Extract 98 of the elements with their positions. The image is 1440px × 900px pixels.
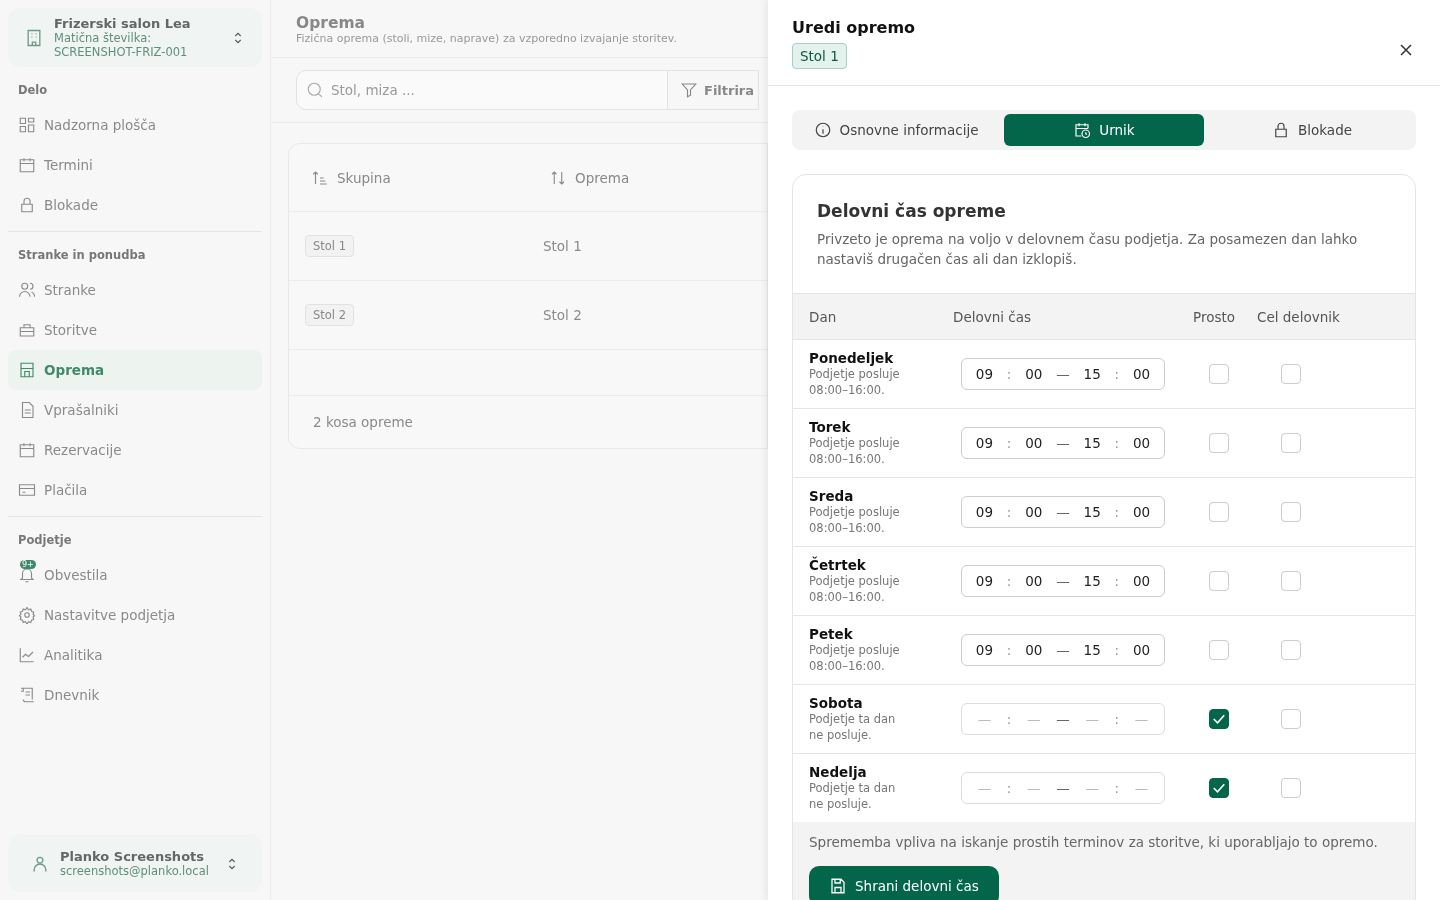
item-count: 2 kosa opreme [313, 414, 413, 430]
save-button[interactable]: Shrani delovni čas [809, 866, 999, 900]
free-checkbox[interactable] [1209, 709, 1229, 729]
table-cell: Stol 1 [543, 238, 582, 254]
full-day-checkbox[interactable] [1281, 433, 1301, 453]
full-day-checkbox[interactable] [1281, 364, 1301, 384]
group-tag: Stol 2 [305, 304, 354, 326]
column-header: Dan [809, 308, 838, 325]
info-icon [813, 121, 832, 139]
column-header: Prosto [1193, 308, 1236, 325]
nav-icon [18, 686, 36, 704]
day-name: Četrtek [809, 557, 867, 573]
nav-icon [18, 116, 36, 134]
sidebar-item[interactable]: Oprema [8, 350, 262, 390]
group-tag: Stol 1 [305, 235, 354, 257]
nav-icon [18, 321, 36, 339]
nav-icon [18, 156, 36, 174]
tab[interactable]: Urnik [1004, 114, 1204, 146]
page-title: Oprema [296, 14, 367, 32]
section-title: Podjetje [17, 532, 73, 549]
filter-button[interactable]: Filtrira [668, 70, 760, 110]
company-id-label: Matična številka: [54, 31, 153, 45]
sidebar-item[interactable]: Analitika [8, 635, 262, 675]
day-note: Podjetje posluje 08:00–16:00. [809, 504, 901, 536]
day-name: Petek [809, 626, 854, 642]
sidebar-item[interactable]: Stranke [8, 270, 262, 310]
footer-note: Sprememba vpliva na iskanje prostih terminov za storitve, ki uporabljajo to opremo. [809, 834, 1379, 850]
nav-icon [18, 281, 36, 299]
column-header: Cel delovnik [1257, 308, 1341, 325]
day-note: Podjetje posluje 08:00–16:00. [809, 573, 901, 605]
sidebar-item[interactable]: Blokade [8, 185, 262, 225]
calendar-clock-icon [1073, 121, 1092, 139]
day-note: Podjetje posluje 08:00–16:00. [809, 366, 901, 398]
day-name: Torek [809, 419, 852, 435]
day-name: Sreda [809, 488, 855, 504]
day-note: Podjetje ta dan ne posluje. [809, 780, 897, 812]
nav-icon [18, 566, 36, 584]
drawer-title: Uredi opremo [792, 18, 916, 37]
day-name: Ponedeljek [809, 350, 895, 366]
sidebar-item[interactable]: Storitve [8, 310, 262, 350]
full-day-checkbox[interactable] [1281, 571, 1301, 591]
section-title: Delo [17, 82, 49, 99]
page-subtitle: Fizična oprema (stoli, mize, naprave) za vzporedno izvajanje storitev. [296, 32, 678, 45]
time-range-field[interactable]: 09 : 00 — 15 : 00 [961, 427, 1165, 459]
time-range-field[interactable]: 09 : 00 — 15 : 00 [961, 565, 1165, 597]
full-day-checkbox[interactable] [1281, 709, 1301, 729]
day-note: Podjetje ta dan ne posluje. [809, 711, 897, 743]
time-range-field[interactable]: 09 : 00 — 15 : 00 [961, 634, 1165, 666]
search-icon [306, 81, 324, 99]
search-field[interactable]: Stol, miza ... [296, 70, 668, 110]
filter-icon [680, 81, 698, 99]
section-title: Stranke in ponudba [17, 247, 147, 264]
day-note: Podjetje posluje 08:00–16:00. [809, 435, 901, 467]
column-header: Delovni čas [953, 308, 1033, 325]
lock-icon [1272, 121, 1290, 139]
day-name: Sobota [809, 695, 864, 711]
sort-icon [549, 168, 567, 187]
column-header[interactable]: Oprema [527, 144, 767, 211]
equipment-tag: Stol 1 [792, 43, 847, 69]
nav-icon [18, 606, 36, 624]
notification-badge: 9+ [20, 560, 36, 569]
user-switcher[interactable]: Planko Screenshots screenshots@planko.local [8, 835, 262, 892]
user-email: screenshots@planko.local [60, 864, 210, 878]
nav-icon [18, 196, 36, 214]
full-day-checkbox[interactable] [1281, 502, 1301, 522]
company-name: Frizerski salon Lea [54, 16, 192, 31]
card-description: Privzeto je oprema na voljo v delovnem času podjetja. Za posamezen dan lahko nastaviš drugačen čas ali dan izklopiš. [817, 230, 1359, 269]
full-day-checkbox[interactable] [1281, 778, 1301, 798]
company-switcher[interactable]: Frizerski salon Lea Matična številka: SCREENSHOT-FRIZ-001 [8, 8, 262, 67]
time-range-field[interactable]: 09 : 00 — 15 : 00 [961, 358, 1165, 390]
sidebar-item[interactable]: Nadzorna plošča [8, 105, 262, 145]
user-name: Planko Screenshots [60, 849, 205, 864]
free-checkbox[interactable] [1209, 778, 1229, 798]
time-range-field[interactable]: 09 : 00 — 15 : 00 [961, 496, 1165, 528]
sidebar-item[interactable]: 9+ Obvestila [8, 555, 262, 595]
company-id: SCREENSHOT-FRIZ-001 [54, 45, 189, 59]
time-range-field[interactable]: — : — — — : — [961, 703, 1165, 735]
day-note: Podjetje posluje 08:00–16:00. [809, 642, 901, 674]
nav-icon [18, 361, 36, 379]
sidebar-item[interactable]: Nastavitve podjetja [8, 595, 262, 635]
sidebar-item[interactable]: Vprašalniki [8, 390, 262, 430]
nav-icon [18, 481, 36, 499]
day-name: Nedelja [809, 764, 868, 780]
sort-ascending-icon [311, 168, 329, 187]
sidebar-item[interactable]: Plačila [8, 470, 262, 510]
tab[interactable]: Blokade [1212, 114, 1412, 146]
column-header[interactable]: Skupina [289, 144, 527, 211]
card-title: Delovni čas opreme [817, 201, 1007, 221]
time-range-field[interactable]: — : — — — : — [961, 772, 1165, 804]
sidebar-item[interactable]: Dnevnik [8, 675, 262, 715]
full-day-checkbox[interactable] [1281, 640, 1301, 660]
save-icon [829, 877, 847, 895]
sidebar-item[interactable]: Rezervacije [8, 430, 262, 470]
tab[interactable]: Osnovne informacije [796, 114, 996, 146]
nav-icon [18, 441, 36, 459]
nav-icon [18, 646, 36, 664]
sidebar-item[interactable]: Termini [8, 145, 262, 185]
table-cell: Stol 2 [543, 307, 582, 323]
